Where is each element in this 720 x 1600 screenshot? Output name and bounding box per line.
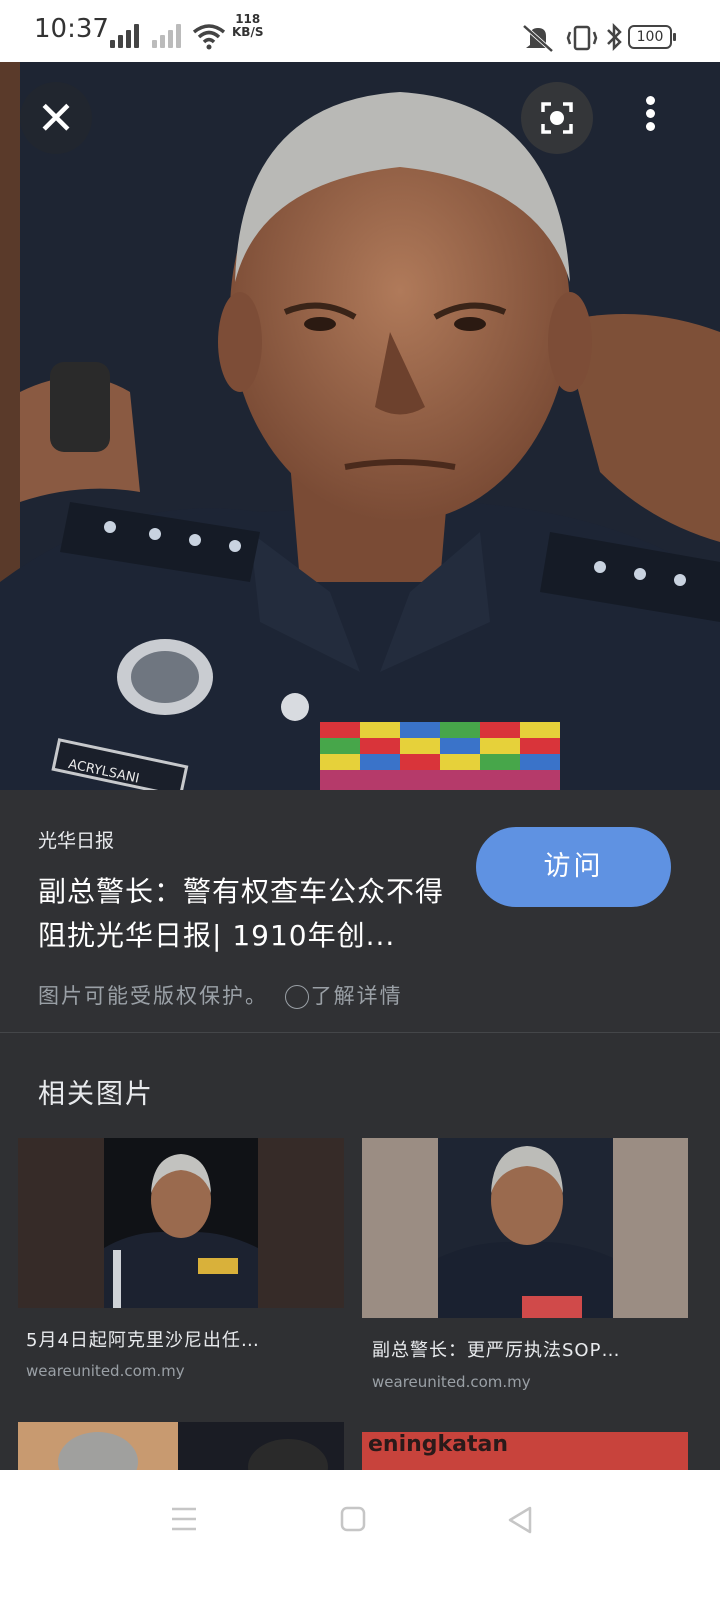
result-source[interactable]: 光华日报 — [38, 826, 114, 853]
learn-more-link[interactable]: 了解详情 — [311, 984, 403, 1008]
info-icon — [284, 985, 309, 1009]
home-icon[interactable] — [340, 1506, 366, 1532]
related-image-4-text: eningkatan — [368, 1432, 509, 1457]
related-images-heading: 相关图片 — [38, 1079, 154, 1110]
wifi-icon — [192, 24, 226, 50]
hero-image[interactable]: ACRYLSANI ✕ — [0, 62, 720, 790]
related-image-3[interactable] — [18, 1422, 344, 1470]
signal-no-service-icon — [152, 24, 181, 48]
recent-apps-icon[interactable] — [170, 1506, 198, 1532]
bluetooth-icon — [607, 22, 622, 52]
related-title-1[interactable]: 5月4日起阿克里沙尼出任… — [26, 1326, 332, 1352]
related-photo-1 — [18, 1138, 344, 1308]
back-icon[interactable] — [506, 1505, 534, 1535]
result-title[interactable]: 副总警长：警有权查车公众不得阻扰光华日报| 1910年创... — [38, 870, 458, 958]
network-speed-unit: KB/S — [232, 25, 264, 39]
mute-bell-icon — [522, 24, 554, 53]
divider — [0, 1032, 720, 1033]
network-speed: 118 KB/S — [232, 13, 263, 39]
copyright-notice: 图片可能受版权保护。 了解详情 — [38, 980, 403, 1010]
related-site-1: weareunited.com.my — [26, 1362, 185, 1380]
related-photo-3 — [18, 1422, 344, 1470]
google-lens-icon — [541, 102, 573, 134]
related-image-4[interactable]: eningkatan — [362, 1432, 688, 1470]
related-title-2[interactable]: 副总警长：更严厉执法SOP… — [372, 1336, 678, 1362]
related-photo-2 — [362, 1138, 688, 1318]
close-button[interactable]: ✕ — [20, 82, 92, 154]
related-image-1[interactable] — [18, 1138, 344, 1308]
visit-button[interactable]: 访问 — [476, 827, 671, 907]
status-bar: 10:37 118 KB/S 100 — [0, 0, 720, 62]
more-options-button[interactable] — [638, 92, 662, 144]
more-vert-icon — [638, 96, 662, 131]
related-site-2: weareunited.com.my — [372, 1373, 531, 1391]
status-time: 10:37 — [34, 14, 109, 44]
close-icon: ✕ — [36, 91, 76, 145]
copyright-text: 图片可能受版权保护。 — [38, 984, 268, 1008]
system-navigation-bar — [0, 1470, 720, 1600]
signal-icon — [110, 24, 139, 48]
lens-button[interactable] — [521, 82, 593, 154]
related-image-2[interactable] — [362, 1138, 688, 1318]
battery-icon: 100 — [628, 25, 676, 49]
vibrate-icon — [566, 25, 598, 51]
hero-photo — [0, 62, 720, 790]
